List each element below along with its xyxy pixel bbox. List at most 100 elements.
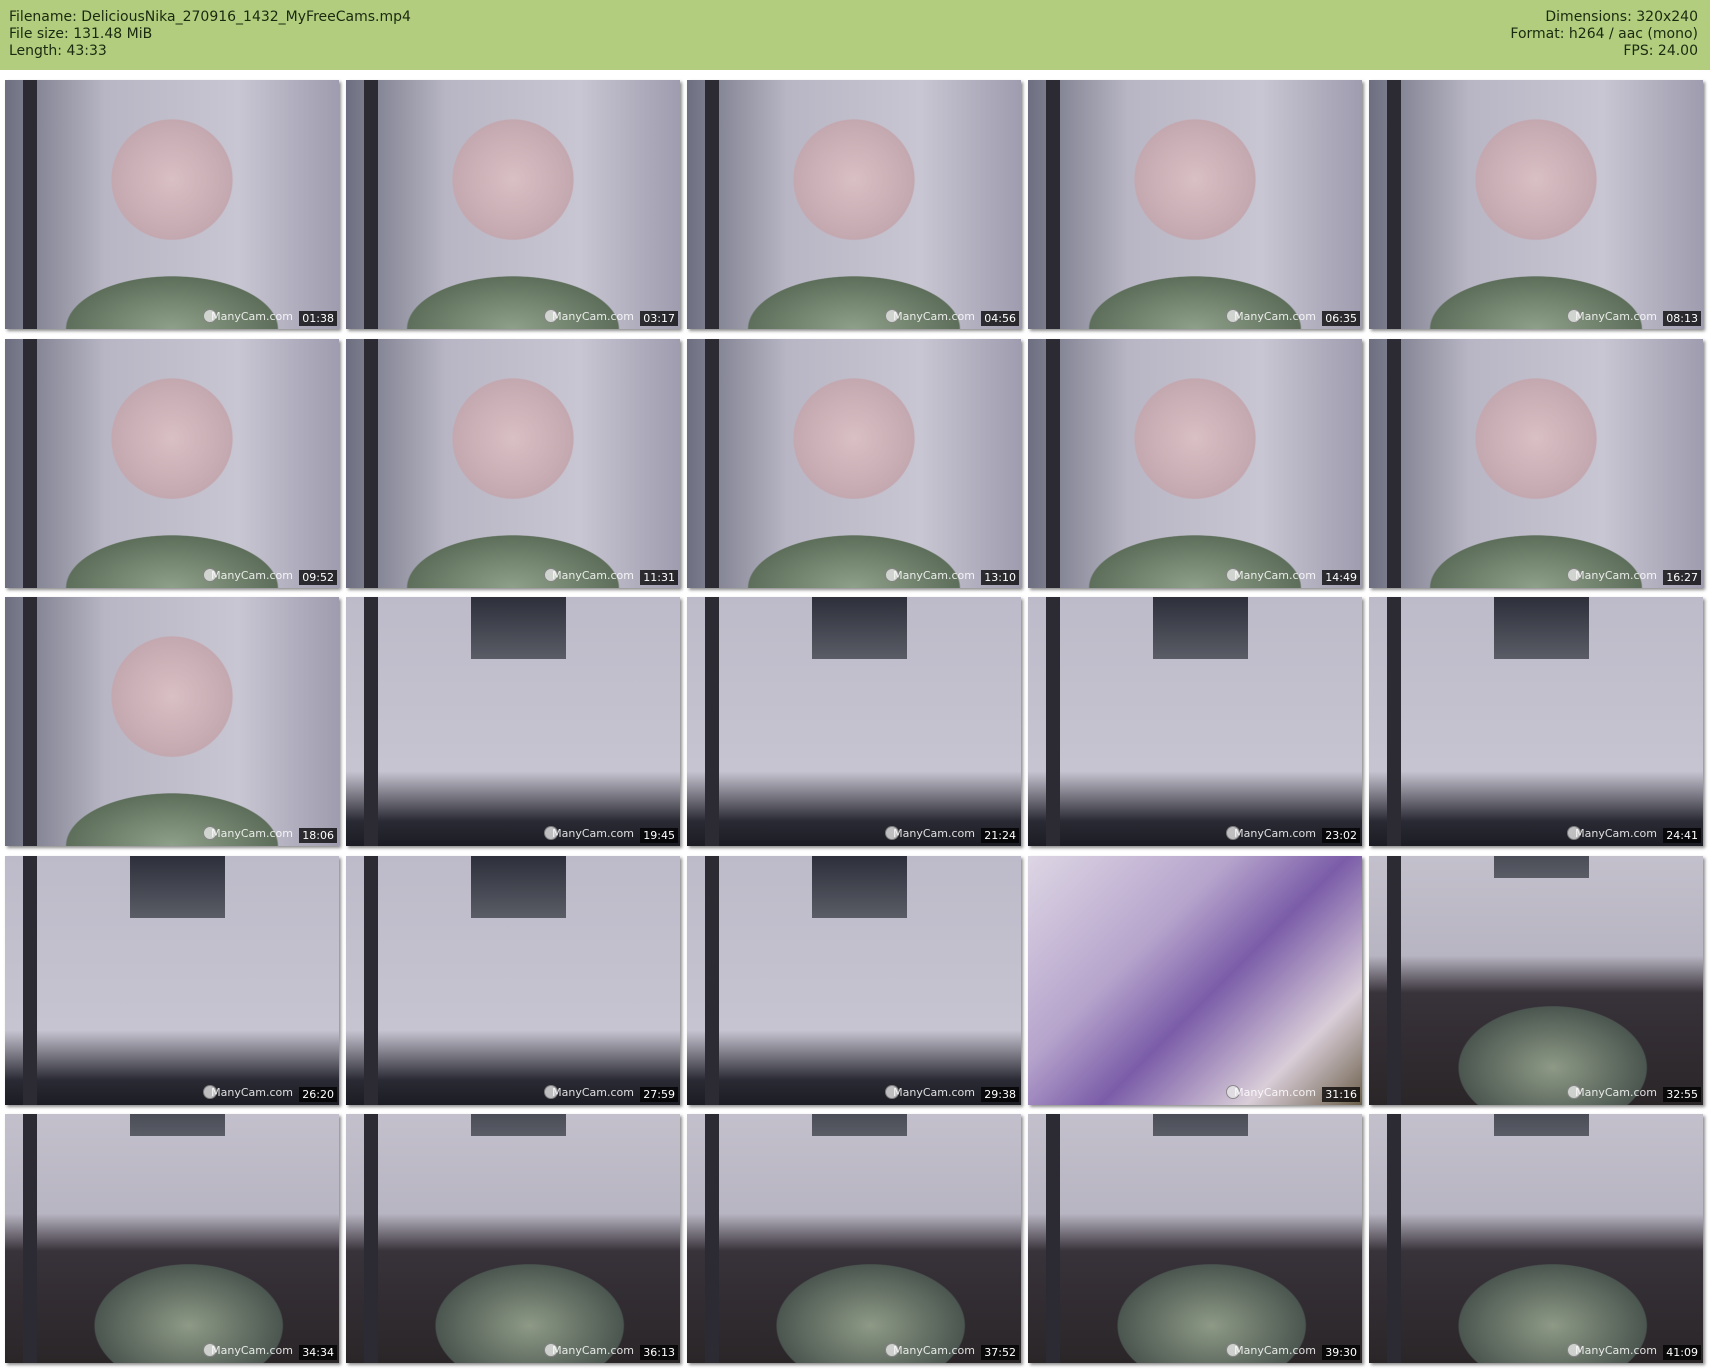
- timestamp: 08:13: [1663, 311, 1701, 326]
- watermark: ManyCam.com: [893, 1344, 975, 1357]
- door: [705, 80, 719, 329]
- video-thumbnail[interactable]: ManyCam.com 01:38: [5, 80, 339, 329]
- timestamp: 14:49: [1322, 569, 1360, 585]
- thumbnail-image: [687, 80, 1021, 329]
- thumbnail-image: [5, 1114, 339, 1363]
- thumbnail-image: [1028, 338, 1362, 588]
- video-thumbnail[interactable]: ManyCam.com 11:31: [346, 338, 680, 588]
- video-thumbnail[interactable]: ManyCam.com 34:34: [5, 1114, 339, 1363]
- format: Format: h264 / aac (mono): [1510, 26, 1698, 42]
- watermark: ManyCam.com: [211, 1344, 293, 1357]
- timestamp: 13:10: [981, 569, 1019, 585]
- video-thumbnail[interactable]: ManyCam.com 41:09: [1369, 1114, 1703, 1363]
- door: [364, 597, 378, 846]
- watermark: ManyCam.com: [1575, 1085, 1657, 1099]
- wall-poster: [471, 1114, 566, 1136]
- timestamp: 32:55: [1663, 1086, 1701, 1102]
- door: [1387, 80, 1401, 329]
- timestamp: 36:13: [640, 1345, 678, 1360]
- watermark: ManyCam.com: [893, 310, 975, 323]
- watermark: ManyCam.com: [1575, 827, 1657, 840]
- watermark: ManyCam.com: [552, 1085, 634, 1099]
- watermark: ManyCam.com: [893, 827, 975, 840]
- wall-poster: [1153, 1114, 1248, 1136]
- door: [1387, 597, 1401, 846]
- video-thumbnail[interactable]: ManyCam.com 18:06: [5, 597, 339, 846]
- file-info-left: Filename: DeliciousNika_270916_1432_MyFr…: [9, 9, 411, 60]
- thumbnail-image: [687, 1114, 1021, 1363]
- video-thumbnail[interactable]: ManyCam.com 23:02: [1028, 597, 1362, 846]
- watermark: ManyCam.com: [211, 568, 293, 582]
- video-thumbnail[interactable]: ManyCam.com 24:41: [1369, 597, 1703, 846]
- video-thumbnail[interactable]: ManyCam.com 08:13: [1369, 80, 1703, 329]
- wall-poster: [1494, 1114, 1589, 1136]
- door: [705, 338, 719, 588]
- video-thumbnail[interactable]: ManyCam.com 04:56: [687, 80, 1021, 329]
- door: [1046, 80, 1060, 329]
- thumbnail-image: [1369, 80, 1703, 329]
- video-thumbnail[interactable]: ManyCam.com 19:45: [346, 597, 680, 846]
- timestamp: 16:27: [1663, 569, 1701, 585]
- thumbnail-image: [346, 1114, 680, 1363]
- door: [1046, 1114, 1060, 1363]
- thumbnail-image: [1369, 1114, 1703, 1363]
- timestamp: 39:30: [1322, 1345, 1360, 1360]
- door: [364, 855, 378, 1105]
- watermark: ManyCam.com: [211, 1085, 293, 1099]
- wall-poster: [1153, 597, 1248, 659]
- video-thumbnail[interactable]: ManyCam.com 09:52: [5, 338, 339, 588]
- door: [364, 338, 378, 588]
- thumbnail-image: [1369, 338, 1703, 588]
- video-thumbnail[interactable]: ManyCam.com 32:55: [1369, 855, 1703, 1105]
- watermark: ManyCam.com: [552, 1344, 634, 1357]
- timestamp: 18:06: [299, 828, 337, 843]
- door: [1387, 1114, 1401, 1363]
- timestamp: 19:45: [640, 828, 678, 843]
- timestamp: 27:59: [640, 1086, 678, 1102]
- video-thumbnail[interactable]: ManyCam.com 16:27: [1369, 338, 1703, 588]
- door: [364, 1114, 378, 1363]
- wall-poster: [812, 597, 907, 659]
- video-thumbnail[interactable]: ManyCam.com 29:38: [687, 855, 1021, 1105]
- wall-poster: [130, 1114, 225, 1136]
- watermark: ManyCam.com: [893, 1085, 975, 1099]
- video-thumbnail[interactable]: ManyCam.com 06:35: [1028, 80, 1362, 329]
- door: [23, 597, 37, 846]
- thumbnail-image: [346, 80, 680, 329]
- watermark: ManyCam.com: [552, 827, 634, 840]
- watermark: ManyCam.com: [1234, 1344, 1316, 1357]
- door: [23, 80, 37, 329]
- video-thumbnail[interactable]: ManyCam.com 03:17: [346, 80, 680, 329]
- video-thumbnail[interactable]: ManyCam.com 26:20: [5, 855, 339, 1105]
- video-thumbnail[interactable]: ManyCam.com 36:13: [346, 1114, 680, 1363]
- timestamp: 29:38: [981, 1086, 1019, 1102]
- watermark: ManyCam.com: [1234, 1085, 1316, 1099]
- thumbnail-image: [1028, 1114, 1362, 1363]
- thumbnail-image: [5, 80, 339, 329]
- filename: Filename: DeliciousNika_270916_1432_MyFr…: [9, 9, 411, 25]
- watermark: ManyCam.com: [211, 310, 293, 323]
- door: [23, 855, 37, 1105]
- video-thumbnail[interactable]: ManyCam.com 27:59: [346, 855, 680, 1105]
- video-thumbnail[interactable]: ManyCam.com 13:10: [687, 338, 1021, 588]
- video-thumbnail[interactable]: ManyCam.com 37:52: [687, 1114, 1021, 1363]
- thumbnail-image: [5, 338, 339, 588]
- video-thumbnail[interactable]: ManyCam.com 21:24: [687, 597, 1021, 846]
- door: [364, 80, 378, 329]
- video-thumbnail[interactable]: ManyCam.com 39:30: [1028, 1114, 1362, 1363]
- wall-poster: [812, 1114, 907, 1136]
- timestamp: 34:34: [299, 1345, 337, 1360]
- thumbnail-image: [1028, 80, 1362, 329]
- door: [1046, 597, 1060, 846]
- timestamp: 41:09: [1663, 1345, 1701, 1360]
- wall-poster: [812, 855, 907, 918]
- info-header: Filename: DeliciousNika_270916_1432_MyFr…: [0, 0, 1710, 70]
- timestamp: 24:41: [1663, 828, 1701, 843]
- video-thumbnail[interactable]: ManyCam.com 14:49: [1028, 338, 1362, 588]
- door: [705, 597, 719, 846]
- video-thumbnail[interactable]: ManyCam.com 31:16: [1028, 855, 1362, 1105]
- wall-poster: [130, 855, 225, 918]
- thumbnail-image: [1369, 855, 1703, 1105]
- timestamp: 11:31: [640, 569, 678, 585]
- thumbnail-image: [5, 597, 339, 846]
